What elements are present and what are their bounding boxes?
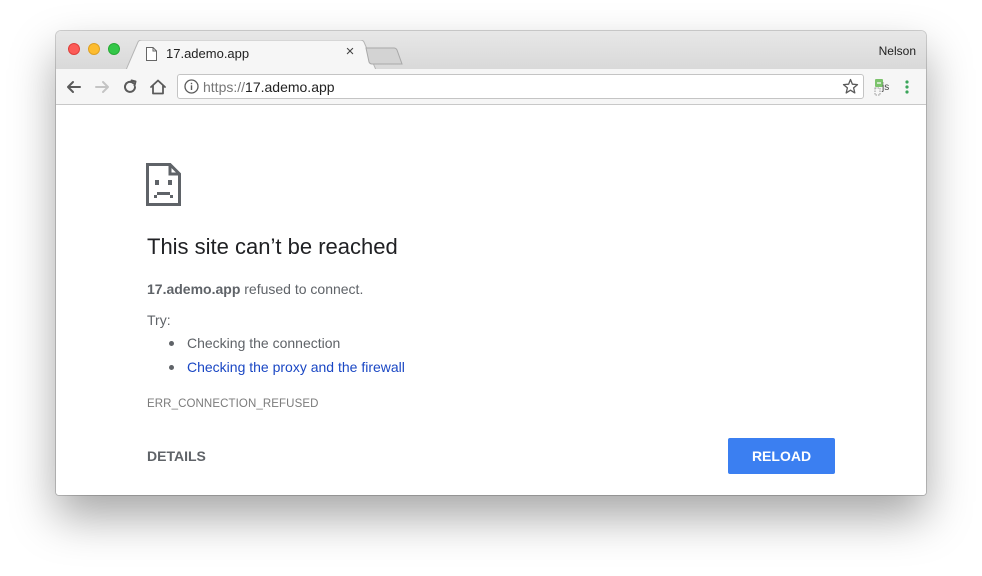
url-scheme: https:// <box>203 79 246 95</box>
window-maximize-button[interactable] <box>108 43 120 55</box>
arrow-right-icon[interactable] <box>93 78 111 96</box>
kebab-menu-icon[interactable] <box>904 78 910 96</box>
sad-page-icon <box>146 163 181 206</box>
error-code: ERR_CONNECTION_REFUSED <box>147 398 319 410</box>
home-icon[interactable] <box>149 78 167 96</box>
error-headline: This site can’t be reached <box>147 234 398 259</box>
reload-button[interactable]: RELOAD <box>728 438 835 474</box>
bullet-icon <box>169 341 174 346</box>
new-tab-button[interactable] <box>364 46 404 66</box>
browser-window: 17.ademo.app × Nelson https://17.ademo.a… <box>56 31 926 495</box>
address-bar[interactable]: https://17.ademo.app <box>177 74 864 99</box>
error-summary-text: refused to connect. <box>240 281 364 297</box>
info-icon[interactable] <box>184 79 199 94</box>
extension-label: js <box>882 82 890 93</box>
reload-icon[interactable] <box>121 78 139 96</box>
details-button[interactable]: DETAILS <box>147 448 206 464</box>
toolbar: https://17.ademo.app js <box>56 69 926 105</box>
profile-name[interactable]: Nelson <box>879 44 916 58</box>
tab-active[interactable] <box>126 40 376 70</box>
tab-title: 17.ademo.app <box>166 46 250 61</box>
url-text[interactable]: https://17.ademo.app <box>203 79 335 95</box>
suggestion-text: Checking the connection <box>187 335 341 351</box>
arrow-left-icon[interactable] <box>65 78 83 96</box>
url-host: 17.ademo.app <box>245 79 335 95</box>
tab-close-icon[interactable]: × <box>343 44 357 59</box>
try-label: Try: <box>147 312 171 328</box>
star-icon[interactable] <box>842 78 859 95</box>
proxy-firewall-link[interactable]: Checking the proxy and the firewall <box>187 359 405 375</box>
window-minimize-button[interactable] <box>88 43 100 55</box>
error-summary: 17.ademo.app refused to connect. <box>147 281 363 297</box>
window-close-button[interactable] <box>68 43 80 55</box>
error-page: This site can’t be reached 17.ademo.app … <box>56 106 926 495</box>
title-bar: 17.ademo.app × Nelson <box>56 31 926 70</box>
page-icon <box>146 47 157 61</box>
extension-js-icon[interactable]: js <box>874 78 894 96</box>
error-host: 17.ademo.app <box>147 281 241 297</box>
bullet-icon <box>169 365 174 370</box>
